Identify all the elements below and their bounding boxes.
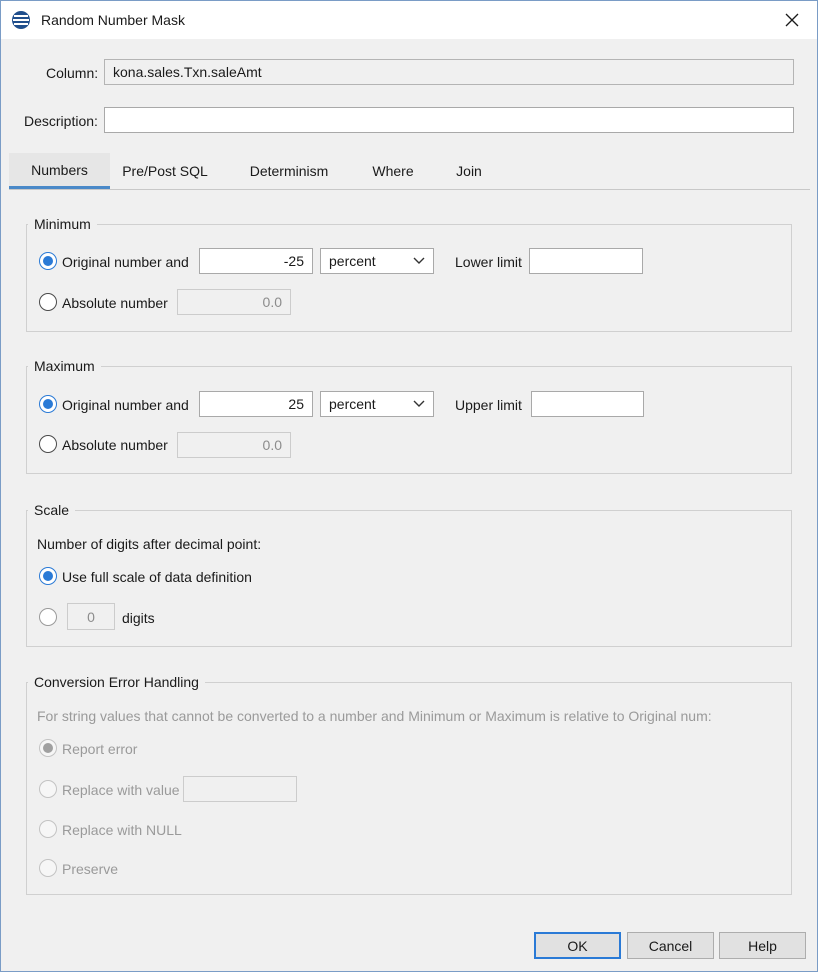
- minimum-original-input[interactable]: -25: [199, 248, 313, 274]
- maximum-original-value: 25: [288, 396, 304, 412]
- close-button[interactable]: [777, 5, 807, 35]
- conversion-title: Conversion Error Handling: [28, 674, 205, 690]
- tab-label: Numbers: [31, 161, 88, 178]
- minimum-absolute-label: Absolute number: [62, 295, 168, 311]
- maximum-original-radio[interactable]: [39, 395, 57, 413]
- title-bar: Random Number Mask: [1, 1, 817, 39]
- chevron-down-icon: [413, 257, 425, 264]
- chevron-down-icon: [413, 400, 425, 407]
- scale-title: Scale: [28, 502, 76, 518]
- minimum-unit-select[interactable]: percent: [320, 248, 434, 274]
- preserve-label: Preserve: [62, 861, 119, 877]
- minimum-absolute-value: 0.0: [262, 294, 282, 310]
- digits-label: digits: [122, 610, 155, 626]
- maximum-absolute-input[interactable]: 0.0: [177, 432, 291, 458]
- description-input[interactable]: [104, 107, 794, 133]
- tab-determinism[interactable]: Determinism: [239, 153, 339, 189]
- maximum-absolute-label: Absolute number: [62, 437, 168, 453]
- maximum-unit-value: percent: [329, 396, 376, 412]
- report-error-radio[interactable]: [39, 739, 57, 757]
- tab-pre-post-sql[interactable]: Pre/Post SQL: [113, 153, 217, 189]
- tab-bar: Numbers Pre/Post SQL Determinism Where J…: [9, 153, 810, 190]
- tab-label: Determinism: [249, 163, 329, 179]
- tab-label: Join: [456, 163, 482, 179]
- minimum-unit-value: percent: [329, 253, 376, 269]
- minimum-absolute-radio[interactable]: [39, 293, 57, 311]
- close-icon: [785, 13, 799, 27]
- digits-radio[interactable]: [39, 608, 57, 626]
- upper-limit-label: Upper limit: [455, 397, 522, 413]
- maximum-original-label: Original number and: [62, 397, 189, 413]
- maximum-absolute-radio[interactable]: [39, 435, 57, 453]
- tab-label: Pre/Post SQL: [122, 163, 208, 179]
- cancel-button[interactable]: Cancel: [627, 932, 714, 959]
- maximum-title: Maximum: [28, 358, 101, 374]
- scale-caption: Number of digits after decimal point:: [37, 536, 262, 552]
- upper-limit-input[interactable]: [531, 391, 644, 417]
- maximum-original-input[interactable]: 25: [199, 391, 313, 417]
- app-logo-icon: [12, 11, 30, 29]
- column-label: Column:: [46, 65, 99, 81]
- maximum-absolute-value: 0.0: [262, 437, 282, 453]
- preserve-radio[interactable]: [39, 859, 57, 877]
- replace-value-radio[interactable]: [39, 780, 57, 798]
- description-label: Description:: [24, 113, 98, 129]
- tab-join[interactable]: Join: [445, 153, 493, 189]
- tab-numbers[interactable]: Numbers: [9, 153, 110, 189]
- column-field: kona.sales.Txn.saleAmt: [104, 59, 794, 85]
- digits-value: 0: [87, 608, 95, 625]
- full-scale-radio[interactable]: [39, 567, 57, 585]
- lower-limit-label: Lower limit: [455, 254, 522, 270]
- minimum-group: [26, 224, 792, 332]
- minimum-original-label: Original number and: [62, 254, 189, 270]
- minimum-title: Minimum: [28, 216, 97, 232]
- replace-null-label: Replace with NULL: [62, 822, 182, 838]
- maximum-group: [26, 366, 792, 474]
- help-button[interactable]: Help: [719, 932, 806, 959]
- minimum-original-value: -25: [283, 253, 304, 269]
- replace-value-label: Replace with value: [62, 782, 180, 798]
- tab-where[interactable]: Where: [359, 153, 427, 189]
- lower-limit-input[interactable]: [529, 248, 643, 274]
- replace-value-input[interactable]: [183, 776, 297, 802]
- window-title: Random Number Mask: [41, 12, 185, 28]
- maximum-unit-select[interactable]: percent: [320, 391, 434, 417]
- ok-button[interactable]: OK: [534, 932, 621, 959]
- minimum-absolute-input[interactable]: 0.0: [177, 289, 291, 315]
- column-value: kona.sales.Txn.saleAmt: [113, 64, 262, 80]
- replace-null-radio[interactable]: [39, 820, 57, 838]
- dialog-window: Random Number Mask Column: kona.sales.Tx…: [0, 0, 818, 972]
- digits-input[interactable]: 0: [67, 603, 115, 630]
- report-error-label: Report error: [62, 741, 138, 757]
- minimum-original-radio[interactable]: [39, 252, 57, 270]
- full-scale-label: Use full scale of data definition: [62, 569, 252, 585]
- tab-label: Where: [372, 163, 414, 179]
- conversion-caption: For string values that cannot be convert…: [37, 708, 712, 724]
